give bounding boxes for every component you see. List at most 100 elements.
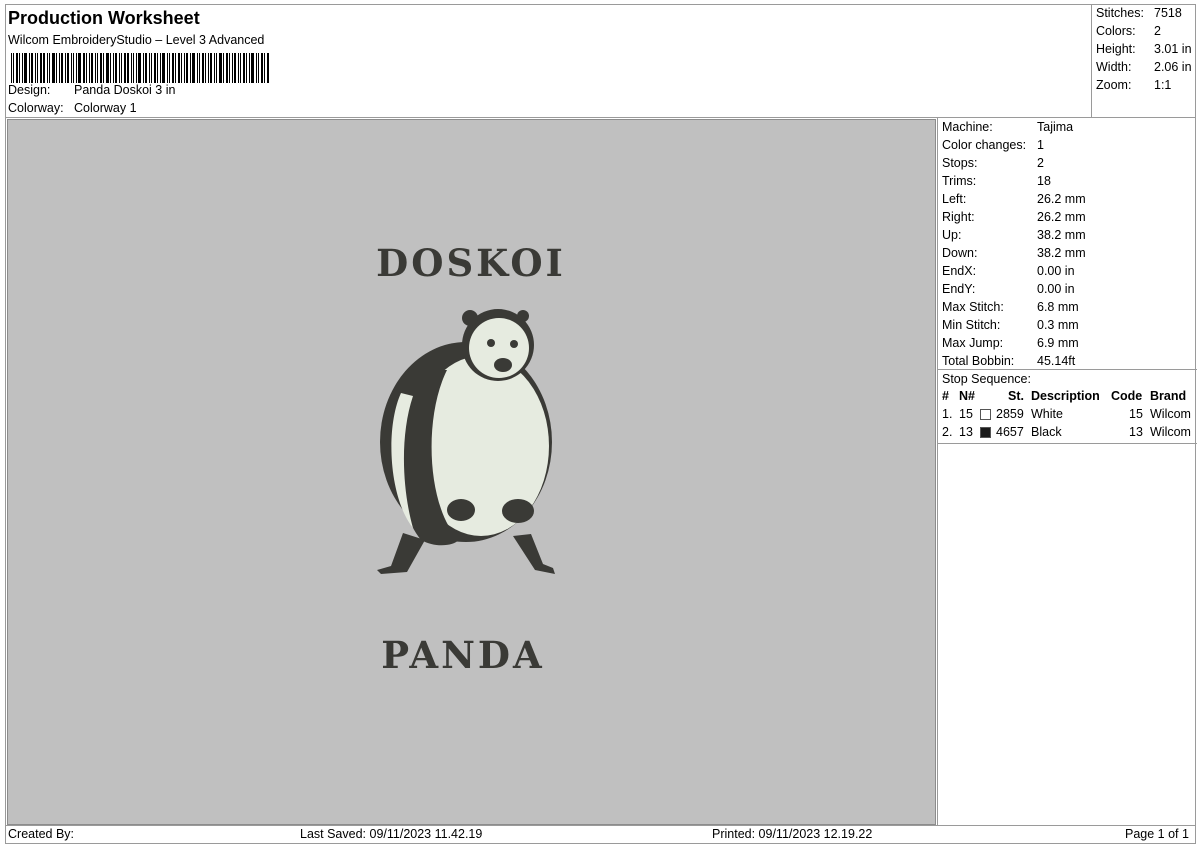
machine-info-value: Tajima: [1037, 120, 1074, 134]
barcode-bar: [76, 53, 77, 83]
machine-info-row: Min Stitch: 0.3 mm: [942, 318, 1079, 332]
barcode-bar: [249, 53, 250, 83]
barcode-bar: [149, 53, 150, 83]
summary-row: Colors: 2: [1096, 24, 1161, 38]
barcode-bar: [133, 53, 134, 83]
panda-leg-right: [513, 534, 555, 574]
barcode-bar: [143, 53, 144, 83]
barcode-bar: [89, 53, 90, 83]
footer-last-saved: Last Saved: 09/11/2023 11.42.19: [300, 827, 483, 841]
stop-code: 13: [1129, 425, 1143, 439]
summary-value: 2: [1154, 24, 1161, 38]
barcode-bar: [24, 53, 27, 83]
machine-info-label: EndY:: [942, 282, 976, 296]
barcode-bar: [232, 53, 233, 83]
barcode-bar: [115, 53, 117, 83]
barcode-bar: [73, 53, 74, 83]
machine-info-value: 0.00 in: [1037, 282, 1075, 296]
barcode-bar: [113, 53, 114, 83]
machine-info-value: 0.3 mm: [1037, 318, 1079, 332]
machine-info-value: 38.2 mm: [1037, 246, 1086, 260]
machine-info-value: 18: [1037, 174, 1051, 188]
barcode-bar: [83, 53, 85, 83]
barcode-bar: [256, 53, 257, 83]
barcode-bar: [59, 53, 60, 83]
summary-row: Width: 2.06 in: [1096, 60, 1192, 74]
panda-nose: [494, 358, 512, 372]
col-num: #: [942, 389, 949, 403]
design-canvas[interactable]: DOSKOI PANDA: [7, 119, 936, 825]
machine-info-label: Total Bobbin:: [942, 354, 1015, 368]
barcode-bar: [37, 53, 38, 83]
machine-info-row: EndX: 0.00 in: [942, 264, 1075, 278]
machine-info-value: 0.00 in: [1037, 264, 1075, 278]
col-n: N#: [959, 389, 975, 403]
summary-label: Stitches:: [1096, 6, 1144, 20]
panel-divider: [938, 369, 1197, 370]
barcode-bar: [106, 53, 109, 83]
barcode-bar: [264, 53, 265, 83]
barcode-bar: [184, 53, 185, 83]
machine-info-label: Down:: [942, 246, 978, 260]
barcode-bar: [131, 53, 132, 83]
summary-label: Colors:: [1096, 24, 1136, 38]
barcode-bar: [157, 53, 158, 83]
barcode-bar: [226, 53, 228, 83]
colorway-row: Colorway: Colorway 1: [8, 101, 137, 115]
machine-info-row: Down: 38.2 mm: [942, 246, 1086, 260]
machine-info-value: 1: [1037, 138, 1044, 152]
summary-row: Height: 3.01 in: [1096, 42, 1192, 56]
machine-info-label: EndX:: [942, 264, 977, 278]
thread-swatch: [980, 427, 991, 438]
machine-info-label: Max Jump:: [942, 336, 1004, 350]
barcode-bar: [160, 53, 161, 83]
stop-brand: Wilcom: [1150, 425, 1191, 439]
footer-page: Page 1 of 1: [1125, 827, 1189, 841]
panda-ear: [462, 310, 478, 326]
machine-info-row: EndY: 0.00 in: [942, 282, 1075, 296]
machine-info-label: Trims:: [942, 174, 977, 188]
stop-num: 1.: [942, 407, 953, 421]
summary-box: Stitches: 7518 Colors: 2 Height: 3.01 in Wi…: [1091, 4, 1196, 118]
panda-paw-left: [447, 499, 475, 521]
summary-value: 1:1: [1154, 78, 1172, 92]
footer-created-by: Created By:: [8, 827, 75, 841]
barcode-bar: [124, 53, 126, 83]
summary-value: 2.06 in: [1154, 60, 1192, 74]
summary-value: 7518: [1154, 6, 1182, 20]
barcode-bar: [47, 53, 48, 83]
machine-info-value: 6.9 mm: [1037, 336, 1079, 350]
barcode-bar: [61, 53, 63, 83]
barcode-bar: [181, 53, 182, 83]
barcode-bar: [169, 53, 170, 83]
footer-divider: [5, 825, 1196, 826]
barcode-bar: [251, 53, 254, 83]
software-subtitle: Wilcom EmbroideryStudio – Level 3 Advanc…: [8, 33, 265, 47]
machine-info-label: Min Stitch:: [942, 318, 1001, 332]
barcode-bar: [110, 53, 111, 83]
barcode-bar: [67, 53, 69, 83]
col-brand: Brand: [1150, 389, 1187, 403]
barcode-bar: [258, 53, 259, 83]
machine-info-label: Left:: [942, 192, 967, 206]
barcode-bar: [210, 53, 212, 83]
barcode-bar: [52, 53, 55, 83]
machine-info-label: Color changes:: [942, 138, 1027, 152]
stop-code: 15: [1129, 407, 1143, 421]
summary-value: 3.01 in: [1154, 42, 1192, 56]
panda-paw-right: [502, 499, 534, 523]
barcode-bar: [13, 53, 14, 83]
thread-swatch: [980, 409, 991, 420]
design-row: Design: Panda Doskoi 3 in: [8, 83, 175, 97]
col-description: Description: [1031, 389, 1100, 403]
barcode-bar: [86, 53, 87, 83]
barcode-bar: [208, 53, 209, 83]
barcode-bar: [192, 53, 195, 83]
stop-sequence-row: 2. 13 4657 Black 13 Wilcom: [942, 425, 1196, 441]
barcode: [11, 53, 287, 83]
summary-row: Zoom: 1:1: [1096, 78, 1171, 92]
barcode-bar: [16, 53, 18, 83]
barcode-bar: [205, 53, 206, 83]
stop-needle: 15: [959, 407, 973, 421]
machine-info-row: Max Stitch: 6.8 mm: [942, 300, 1079, 314]
